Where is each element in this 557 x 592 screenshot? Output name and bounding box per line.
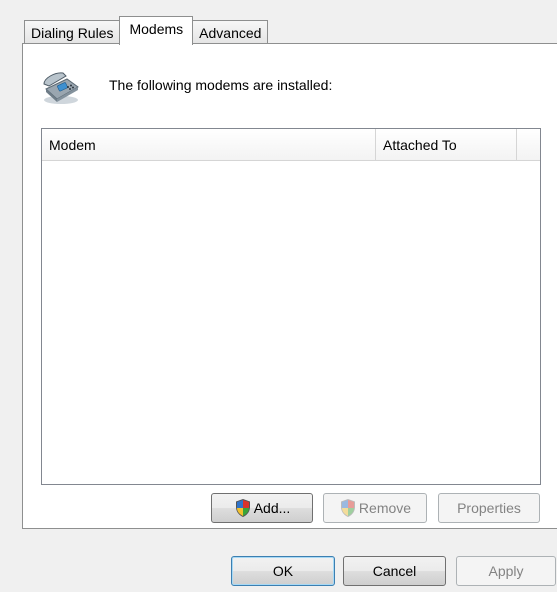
properties-button-label: Properties	[457, 500, 521, 516]
ok-button-label: OK	[272, 563, 294, 579]
tab-advanced[interactable]: Advanced	[192, 20, 269, 44]
column-header-modem[interactable]: Modem	[42, 129, 376, 160]
ok-button[interactable]: OK	[231, 556, 335, 586]
apply-button[interactable]: Apply	[456, 556, 556, 586]
cancel-button-label: Cancel	[372, 563, 417, 579]
remove-modem-button[interactable]: Remove	[323, 493, 427, 523]
add-modem-button[interactable]: Add...	[211, 493, 313, 523]
cancel-button[interactable]: Cancel	[343, 556, 446, 586]
tab-modems[interactable]: Modems	[119, 16, 194, 45]
tab-strip: Dialing Rules Modems Advanced	[24, 16, 269, 45]
telephone-modem-icon	[43, 72, 79, 104]
column-header-attached-to[interactable]: Attached To	[376, 129, 517, 160]
modems-list-header: Modem Attached To	[42, 129, 540, 161]
properties-button[interactable]: Properties	[438, 493, 540, 523]
modems-list[interactable]: Modem Attached To	[41, 128, 541, 485]
modems-tab-page: The following modems are installed: Mode…	[22, 43, 557, 529]
uac-shield-icon	[235, 499, 250, 517]
add-button-label: Add...	[253, 500, 291, 516]
column-header-filler	[517, 129, 540, 160]
tab-dialing-rules[interactable]: Dialing Rules	[24, 20, 121, 44]
phone-and-modem-dialog: Dialing Rules Modems Advanced The follow…	[0, 0, 557, 592]
installed-modems-heading: The following modems are installed:	[109, 77, 333, 93]
apply-button-label: Apply	[488, 563, 524, 579]
remove-button-label: Remove	[358, 500, 412, 516]
uac-shield-icon	[340, 499, 355, 517]
